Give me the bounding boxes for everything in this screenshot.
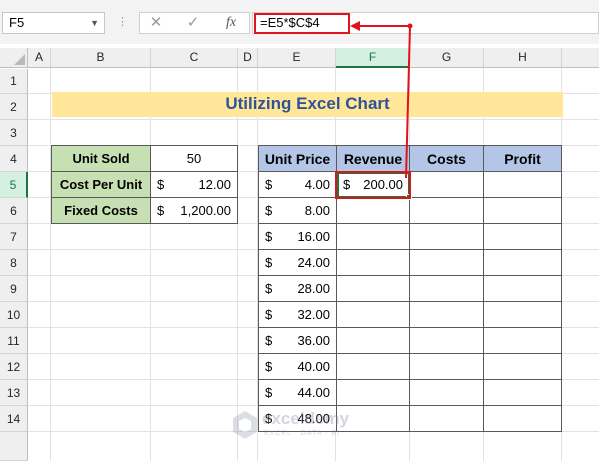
watermark-tagline: EXCEL · DATA · BI xyxy=(264,430,340,437)
watermark-logo-icon xyxy=(233,411,257,439)
watermark-name: exceldemy xyxy=(262,409,349,428)
annotation-arrow xyxy=(350,21,413,179)
watermark: exceldemy EXCEL · DATA · BI xyxy=(232,406,372,446)
